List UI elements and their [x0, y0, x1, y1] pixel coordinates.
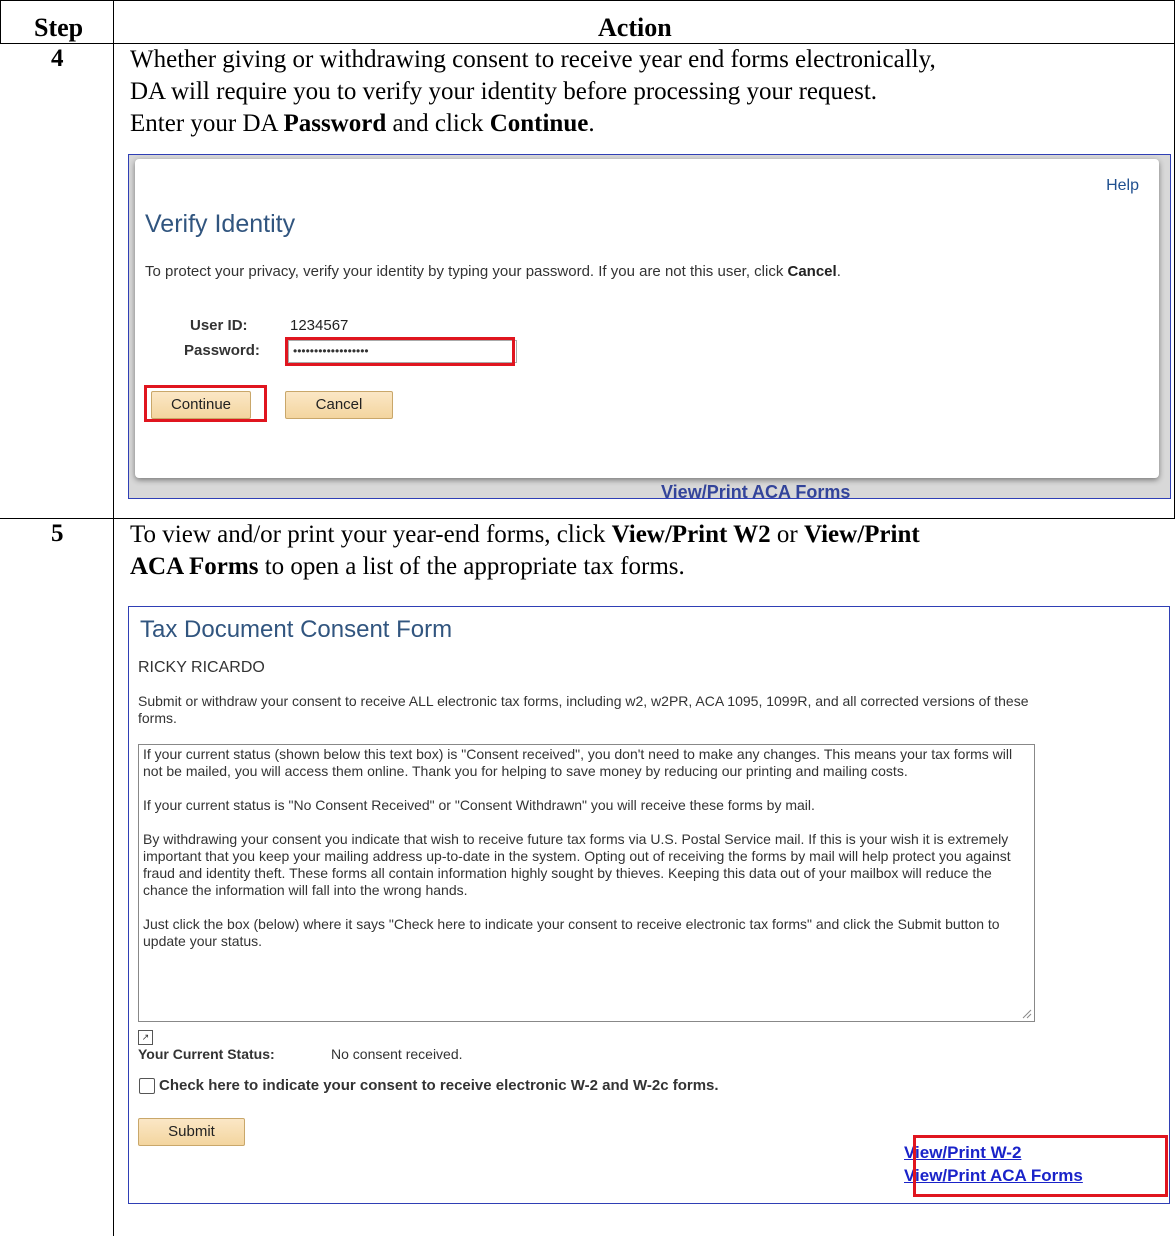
user-id-label: User ID: — [190, 317, 248, 334]
textarea-paragraph: If your current status (shown below this… — [143, 746, 1013, 779]
step-number: 4 — [51, 45, 64, 72]
column-divider — [113, 0, 114, 1236]
table-border-left — [0, 518, 1, 519]
links-highlight — [913, 1135, 1168, 1197]
user-id-value: 1234567 — [290, 317, 349, 334]
current-status-value: No consent received. — [331, 1046, 463, 1062]
consent-form-screenshot: Tax Document Consent Form RICKY RICARDO … — [128, 606, 1170, 1204]
table-border-top — [0, 0, 1175, 1]
password-highlight — [285, 337, 515, 366]
consent-checkbox-label[interactable]: Check here to indicate your consent to r… — [159, 1077, 719, 1094]
privacy-message: To protect your privacy, verify your ide… — [145, 263, 841, 280]
instruction-line: Enter your DA Password and click Continu… — [130, 110, 595, 137]
form-intro: Submit or withdraw your consent to recei… — [138, 693, 1029, 726]
step-number: 5 — [51, 520, 64, 547]
instruction-line: Whether giving or withdrawing consent to… — [130, 46, 936, 73]
form-title: Tax Document Consent Form — [140, 616, 453, 643]
background-aca-link: View/Print ACA Forms — [661, 482, 851, 499]
table-border-left — [0, 0, 1, 44]
verify-identity-screenshot: View/Print ACA Forms Help Verify Identit… — [128, 154, 1171, 499]
consent-textarea[interactable]: If your current status (shown below this… — [138, 744, 1035, 1022]
cancel-button[interactable]: Cancel — [285, 391, 393, 419]
textarea-paragraph: If your current status is "No Consent Re… — [143, 797, 815, 813]
verify-identity-dialog: Help Verify Identity To protect your pri… — [135, 159, 1159, 478]
continue-highlight — [144, 385, 267, 422]
instruction-line: To view and/or print your year-end forms… — [130, 521, 920, 548]
step-column-header: Step — [34, 13, 84, 42]
step-instructions: To view and/or print your year-end forms… — [130, 519, 1170, 583]
help-link[interactable]: Help — [1106, 177, 1139, 195]
resize-grip-icon[interactable] — [1022, 1009, 1032, 1019]
textarea-paragraph: By withdrawing your consent you indicate… — [143, 831, 1011, 898]
instruction-line: ACA Forms to open a list of the appropri… — [130, 553, 685, 580]
consent-checkbox[interactable] — [139, 1078, 155, 1094]
textarea-paragraph: Just click the box (below) where it says… — [143, 916, 1000, 949]
action-column-header: Action — [598, 13, 672, 42]
step-instructions: Whether giving or withdrawing consent to… — [130, 44, 1170, 140]
dialog-title: Verify Identity — [145, 210, 296, 238]
employee-name: RICKY RICARDO — [138, 659, 265, 676]
submit-button[interactable]: Submit — [138, 1118, 245, 1146]
current-status-label: Your Current Status: — [138, 1046, 275, 1062]
instruction-line: DA will require you to verify your ident… — [130, 78, 878, 105]
expand-icon[interactable]: ↗ — [138, 1030, 153, 1045]
password-label: Password: — [184, 342, 260, 359]
